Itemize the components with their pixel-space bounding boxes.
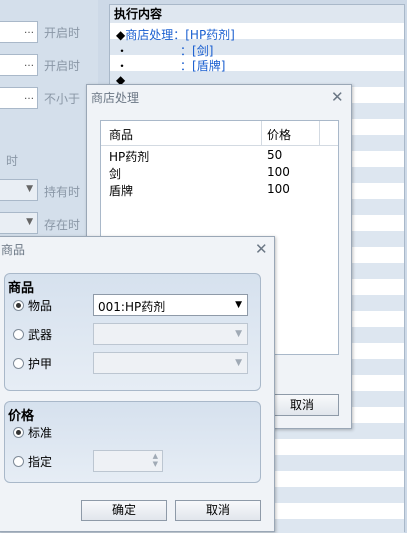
column-divider [261,121,262,145]
shop-dialog-title: 商店处理 [91,91,140,105]
price-group: 价格 标准 指定 ▲ ▼ [4,401,261,483]
product-dialog: 商品 ✕ 商品 物品 001:HP药剂 ▼ 武器 ▼ 护甲 ▼ 价格 标准 指定… [0,236,275,532]
radio-armor[interactable] [13,358,24,369]
radio-standard-price[interactable] [13,427,24,438]
row-price: 100 [267,165,290,179]
cancel-button[interactable]: 取消 [175,500,261,521]
price-spinner[interactable]: ▲ ▼ [93,450,163,472]
chevron-down-icon: ▼ [235,358,242,368]
product-dialog-title: 商品 [1,243,26,257]
radio-weapon-label[interactable]: 武器 [28,326,52,343]
chevron-down-icon: ▼ [235,300,242,310]
row-goods-name: 盾牌 [109,184,134,198]
weapon-select[interactable]: ▼ [93,323,248,345]
radio-item[interactable] [13,300,24,311]
bg-label-5: 持有时 [44,185,81,199]
shop-cancel-button[interactable]: 取消 [265,394,339,416]
bg-label-2: 开启时 [44,59,81,73]
spinner-icon[interactable]: ▲ ▼ [153,452,158,468]
ok-button[interactable]: 确定 [81,500,167,521]
column-header-goods[interactable]: 商品 [109,126,133,143]
table-row[interactable]: HP药剂 50 [101,147,338,164]
armor-select[interactable]: ▼ [93,352,248,374]
chevron-down-icon: ▼ [26,217,33,227]
bg-combo-2[interactable]: ▼ [0,212,38,234]
bg-label-1: 开启时 [44,26,81,40]
radio-standard-price-label[interactable]: 标准 [28,424,52,441]
row-price: 50 [267,148,283,162]
close-icon[interactable]: ✕ [255,242,268,257]
bg-label-3: 不小于 [44,92,81,106]
exec-line-2[interactable]: ・：[剑] [116,43,213,59]
table-row[interactable]: 剑 100 [101,164,338,181]
bg-field-1[interactable]: … [0,21,38,43]
table-header: 商品 价格 [101,121,338,146]
chevron-down-icon: ▼ [26,184,33,194]
goods-group-title: 商品 [8,281,35,296]
price-group-title: 价格 [8,409,35,424]
radio-item-label[interactable]: 物品 [28,297,52,314]
bg-field-3[interactable]: … [0,87,38,109]
exec-panel-title: 执行内容 [110,5,404,23]
radio-custom-price-label[interactable]: 指定 [28,453,52,470]
row-goods-name: HP药剂 [109,150,150,164]
bg-label-4: 时 [6,154,19,168]
radio-weapon[interactable] [13,329,24,340]
item-select[interactable]: 001:HP药剂 ▼ [93,294,248,316]
radio-custom-price[interactable] [13,456,24,467]
radio-armor-label[interactable]: 护甲 [28,355,52,372]
bg-field-2[interactable]: … [0,54,38,76]
item-select-value: 001:HP药剂 [98,300,166,314]
column-header-price[interactable]: 价格 [267,126,291,143]
close-icon[interactable]: ✕ [331,90,344,105]
bg-combo-1[interactable]: ▼ [0,179,38,201]
exec-line-3[interactable]: ・：[盾牌] [116,58,225,74]
row-goods-name: 剑 [109,167,122,181]
goods-group: 商品 物品 001:HP药剂 ▼ 武器 ▼ 护甲 ▼ [4,273,261,391]
exec-line-1[interactable]: ◆商店处理：[HP药剂] [116,27,235,43]
column-divider [319,121,320,145]
row-price: 100 [267,182,290,196]
chevron-down-icon: ▼ [235,329,242,339]
table-row[interactable]: 盾牌 100 [101,181,338,198]
bg-label-6: 存在时 [44,218,81,232]
